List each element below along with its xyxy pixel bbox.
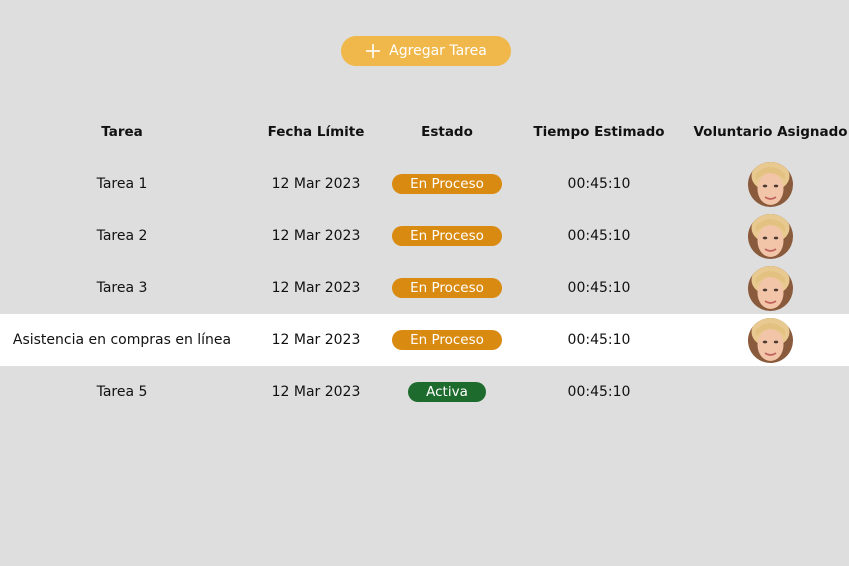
task-name: Tarea 3	[96, 280, 148, 296]
volunteer-cell	[692, 213, 849, 259]
table-row[interactable]: Tarea 5 12 Mar 2023 Activa 00:45:10	[0, 366, 849, 418]
table-row[interactable]: Tarea 1 12 Mar 2023 En Proceso 00:45:10	[0, 158, 849, 210]
status-badge[interactable]: En Proceso	[392, 174, 502, 194]
avatar[interactable]	[748, 317, 793, 363]
status-cell: En Proceso	[388, 330, 506, 350]
volunteer-cell	[692, 161, 849, 207]
due-date: 12 Mar 2023	[271, 384, 361, 400]
add-task-label: Agregar Tarea	[389, 43, 487, 59]
status-cell: Activa	[388, 382, 506, 402]
due-date: 12 Mar 2023	[271, 228, 361, 244]
avatar[interactable]	[748, 161, 793, 207]
table-body: Tarea 1 12 Mar 2023 En Proceso 00:45:10 Tare…	[0, 158, 849, 418]
avatar[interactable]	[748, 213, 793, 259]
task-name: Tarea 1	[96, 176, 148, 192]
status-cell: En Proceso	[388, 226, 506, 246]
table-header: Tarea Fecha Límite Estado Tiempo Estimad…	[0, 106, 849, 158]
task-name: Tarea 5	[96, 384, 148, 400]
add-task-button[interactable]: Agregar Tarea	[341, 36, 511, 66]
estimated-time: 00:45:10	[567, 384, 631, 400]
status-badge[interactable]: En Proceso	[392, 278, 502, 298]
column-header-due-date: Fecha Límite	[267, 124, 365, 140]
table-row[interactable]: Tarea 3 12 Mar 2023 En Proceso 00:45:10	[0, 262, 849, 314]
task-name: Tarea 2	[96, 228, 148, 244]
estimated-time: 00:45:10	[567, 332, 631, 348]
table-row[interactable]: Asistencia en compras en línea 12 Mar 202…	[0, 314, 849, 366]
status-badge[interactable]: En Proceso	[392, 226, 502, 246]
volunteer-cell	[692, 265, 849, 311]
task-name: Asistencia en compras en línea	[12, 332, 232, 348]
avatar[interactable]	[748, 265, 793, 311]
status-badge[interactable]: En Proceso	[392, 330, 502, 350]
estimated-time: 00:45:10	[567, 280, 631, 296]
status-badge[interactable]: Activa	[408, 382, 486, 402]
column-header-status: Estado	[421, 124, 473, 140]
volunteer-cell	[692, 317, 849, 363]
column-header-volunteer: Voluntario Asignado	[693, 124, 848, 140]
due-date: 12 Mar 2023	[271, 280, 361, 296]
table-row[interactable]: Tarea 2 12 Mar 2023 En Proceso 00:45:10	[0, 210, 849, 262]
task-table: Tarea Fecha Límite Estado Tiempo Estimad…	[0, 106, 849, 418]
due-date: 12 Mar 2023	[271, 332, 361, 348]
column-header-task: Tarea	[101, 124, 143, 140]
task-page: Agregar Tarea Tarea Fecha Límite Estado …	[0, 0, 849, 566]
plus-icon	[365, 43, 381, 59]
status-cell: En Proceso	[388, 278, 506, 298]
due-date: 12 Mar 2023	[271, 176, 361, 192]
estimated-time: 00:45:10	[567, 176, 631, 192]
estimated-time: 00:45:10	[567, 228, 631, 244]
status-cell: En Proceso	[388, 174, 506, 194]
column-header-estimated-time: Tiempo Estimado	[533, 124, 665, 140]
